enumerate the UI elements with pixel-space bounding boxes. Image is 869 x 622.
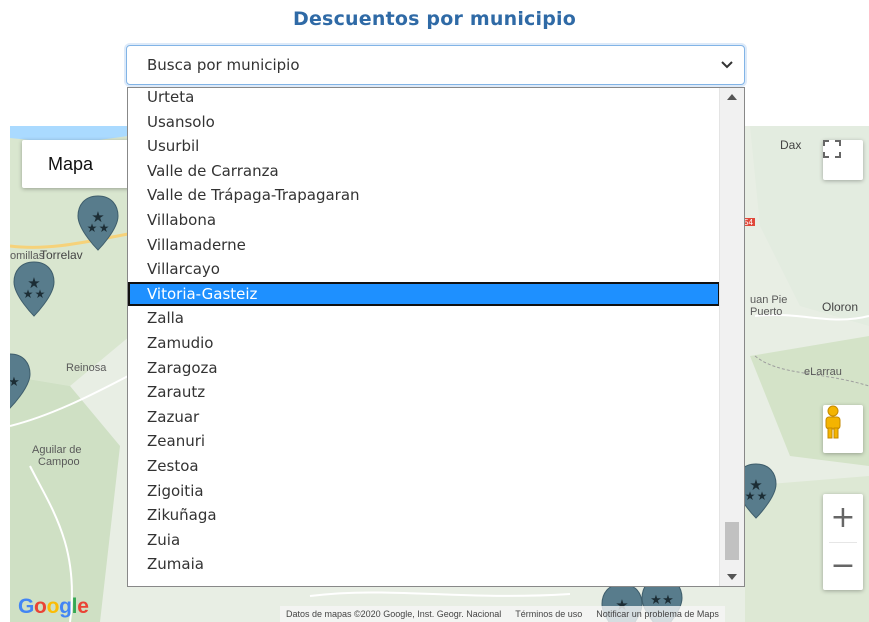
svg-text:★: ★ [99,221,110,235]
select-placeholder: Busca por municipio [147,56,300,74]
map-type-button[interactable]: Mapa [22,140,138,188]
scroll-down-arrow[interactable] [720,568,744,586]
dropdown-option[interactable]: Villamaderne [128,233,720,258]
svg-text:★: ★ [10,375,20,390]
scroll-up-arrow[interactable] [720,88,744,106]
map-label-torrelavega: Torrelav [40,248,83,262]
dropdown-option[interactable]: Valle de Carranza [128,159,720,184]
map-label-route: 54 [744,218,753,227]
svg-text:★: ★ [35,287,46,301]
dropdown-option[interactable]: Zestoa [128,454,720,479]
pegman-icon [825,405,841,439]
svg-text:★: ★ [23,287,34,301]
terms-link[interactable]: Términos de uso [515,609,582,619]
triangle-down-icon [727,574,737,580]
map-label-larrau: eLarrau [804,366,842,378]
page-title: Descuentos por municipio [293,8,576,30]
dropdown-option[interactable]: Usurbil [128,134,720,159]
map-label-reinosa: Reinosa [66,362,107,374]
chevron-down-icon [721,61,733,69]
report-problem-link[interactable]: Notificar un problema de Maps [596,609,719,619]
dropdown-option[interactable]: Zarautz [128,380,720,405]
google-logo-letter: e [77,595,89,618]
map-label-aguilar: Aguilar de [32,444,82,456]
dropdown-option[interactable]: Zumaia [128,552,720,577]
fullscreen-button[interactable] [823,140,863,180]
dropdown-option[interactable]: Usansolo [128,110,720,135]
google-logo-letter: g [59,595,72,618]
dropdown-option[interactable]: Zuia [128,528,720,553]
dropdown-option[interactable]: Urteta [128,88,720,110]
fullscreen-icon [823,140,841,158]
map-label-dax: Dax [780,138,802,152]
triangle-up-icon [727,94,737,100]
page: Descuentos por municipio ★ ★ ★ ★ ★ ★ ★ ★… [0,0,869,622]
dropdown-option[interactable]: Zikuñaga [128,503,720,528]
dropdown-option[interactable]: Zazuar [128,405,720,430]
svg-text:★: ★ [757,489,768,503]
map-label-puerto: Puerto [750,306,783,318]
svg-text:★: ★ [745,489,756,503]
municipio-dropdown-list[interactable]: Urteta Usansolo Usurbil Valle de Carranza Va… [127,87,745,587]
map-label-campoo: Campoo [38,456,80,468]
dropdown-scrollbar[interactable] [719,88,744,586]
map-label-comillas: omillas [10,250,45,262]
google-logo-letter: o [46,595,60,618]
dropdown-option[interactable]: Zeanuri [128,429,720,454]
google-logo-letter: G [18,595,35,618]
zoom-out-button[interactable]: − [823,543,863,590]
zoom-in-button[interactable]: + [823,495,863,542]
attribution-data: Datos de mapas ©2020 Google, Inst. Geogr… [286,609,502,619]
map-label-san-juan: uan Pie [750,294,788,306]
scrollbar-thumb[interactable] [725,522,739,560]
google-logo[interactable]: Google [18,595,89,619]
municipio-select[interactable]: Busca por municipio [126,45,745,85]
dropdown-option[interactable]: Vitoria-Gasteiz [128,281,720,307]
google-logo-letter: o [34,595,47,618]
zoom-control: + − [823,494,863,590]
dropdown-option[interactable]: Villabona [128,208,720,233]
street-view-button[interactable] [823,405,863,453]
options-container: Urteta Usansolo Usurbil Valle de Carranza Va… [128,88,720,577]
svg-text:★: ★ [87,221,98,235]
dropdown-option[interactable]: Zaragoza [128,356,720,381]
dropdown-option[interactable]: Valle de Trápaga-Trapagaran [128,183,720,208]
dropdown-option[interactable]: Villarcayo [128,257,720,282]
dropdown-option[interactable]: Zamudio [128,331,720,356]
dropdown-option[interactable]: Zigoitia [128,479,720,504]
map-label-oloron: Oloron [822,300,859,314]
map-attribution: Datos de mapas ©2020 Google, Inst. Geogr… [280,606,725,622]
dropdown-option[interactable]: Zalla [128,306,720,331]
